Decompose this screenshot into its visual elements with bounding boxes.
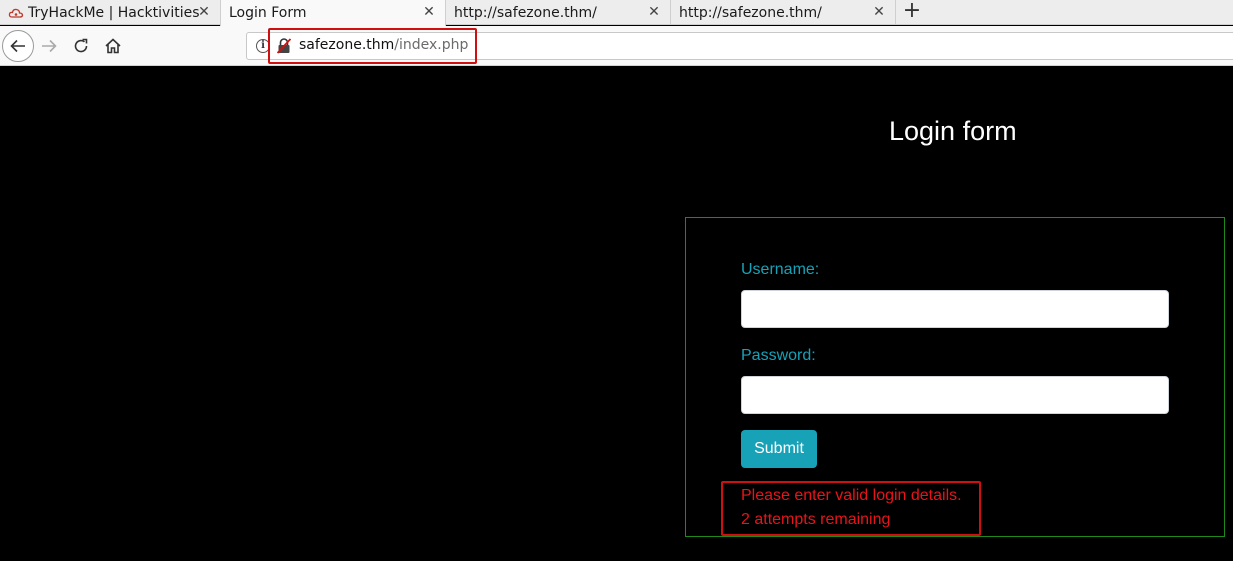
reload-button[interactable] xyxy=(66,31,96,61)
cloud-icon xyxy=(8,8,24,18)
forward-button[interactable] xyxy=(34,31,64,61)
close-icon[interactable]: ✕ xyxy=(647,4,661,20)
submit-button[interactable]: Submit xyxy=(741,430,817,468)
arrow-right-icon xyxy=(42,39,57,53)
nav-bar: i xyxy=(0,26,1233,66)
username-field[interactable] xyxy=(741,290,1169,328)
tab-bar: TryHackMe | Hacktivities ✕ Login Form ✕ … xyxy=(0,0,1233,26)
close-icon[interactable]: ✕ xyxy=(197,4,211,20)
tab-safezone-2[interactable]: http://safezone.thm/ ✕ xyxy=(671,0,896,25)
close-icon[interactable]: ✕ xyxy=(872,4,886,20)
arrow-left-icon xyxy=(10,39,25,53)
tab-label: http://safezone.thm/ xyxy=(454,4,597,21)
attempts-remaining: 2 attempts remaining xyxy=(741,511,891,528)
page-title: Login form xyxy=(889,116,1017,146)
home-icon xyxy=(105,38,121,54)
tab-label: http://safezone.thm/ xyxy=(679,4,822,21)
new-tab-button[interactable]: + xyxy=(900,0,924,24)
insecure-lock-icon[interactable] xyxy=(277,38,291,54)
url-path: /index.php xyxy=(394,37,469,53)
tab-login-form[interactable]: Login Form ✕ xyxy=(220,0,446,26)
back-button[interactable] xyxy=(2,30,34,62)
tab-label: Login Form xyxy=(229,5,307,21)
tab-tryhackme[interactable]: TryHackMe | Hacktivities ✕ xyxy=(0,0,221,25)
home-button[interactable] xyxy=(98,31,128,61)
error-message: Please enter valid login details. xyxy=(741,487,962,504)
username-label: Username: xyxy=(741,261,820,278)
close-icon[interactable]: ✕ xyxy=(422,4,436,20)
password-field[interactable] xyxy=(741,376,1169,414)
password-label: Password: xyxy=(741,347,816,364)
reload-icon xyxy=(74,38,88,53)
url-host: safezone.thm xyxy=(299,37,395,53)
tab-label: TryHackMe | Hacktivities xyxy=(28,4,200,21)
url-text[interactable]: safezone.thm/index.php xyxy=(299,37,468,53)
tab-safezone-1[interactable]: http://safezone.thm/ ✕ xyxy=(446,0,671,25)
